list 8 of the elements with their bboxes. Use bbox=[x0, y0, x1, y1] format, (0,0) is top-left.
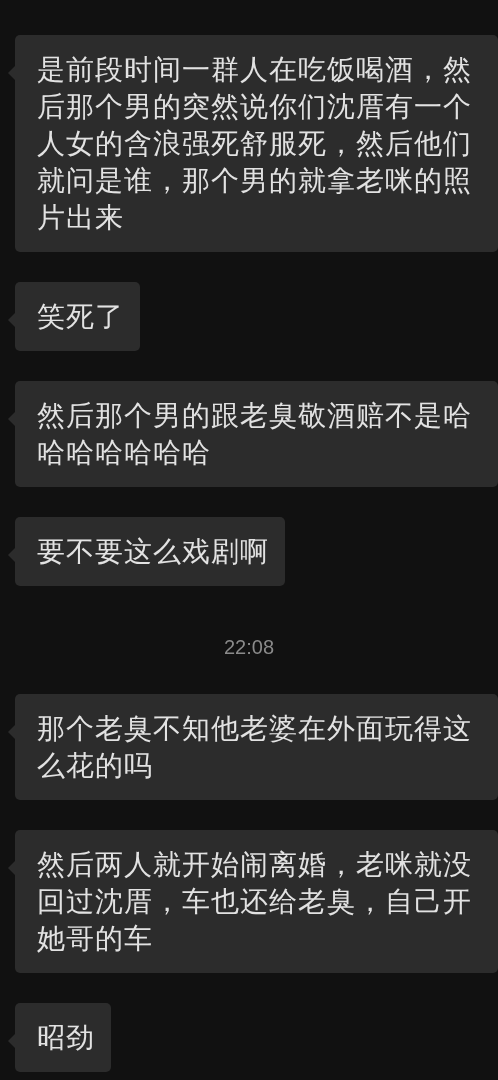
message-bubble: 笑死了 bbox=[15, 282, 140, 351]
message-bubble: 是前段时间一群人在吃饭喝酒，然后那个男的突然说你们沈厝有一个人女的含浪强死舒服死，然后他们就问是谁，那个男的就拿老咪的照片出来 bbox=[15, 35, 498, 252]
message-bubble: 昭劲 bbox=[15, 1003, 111, 1072]
message-bubble: 那个老臭不知他老婆在外面玩得这么花的吗 bbox=[15, 694, 498, 800]
message-bubble: 然后那个男的跟老臭敬酒赔不是哈哈哈哈哈哈哈 bbox=[15, 381, 498, 487]
timestamp: 22:08 bbox=[223, 635, 275, 660]
message-bubble: 要不要这么戏剧啊 bbox=[15, 517, 285, 586]
message-bubble: 然后两人就开始闹离婚，老咪就没回过沈厝，车也还给老臭，自己开她哥的车 bbox=[15, 830, 498, 973]
